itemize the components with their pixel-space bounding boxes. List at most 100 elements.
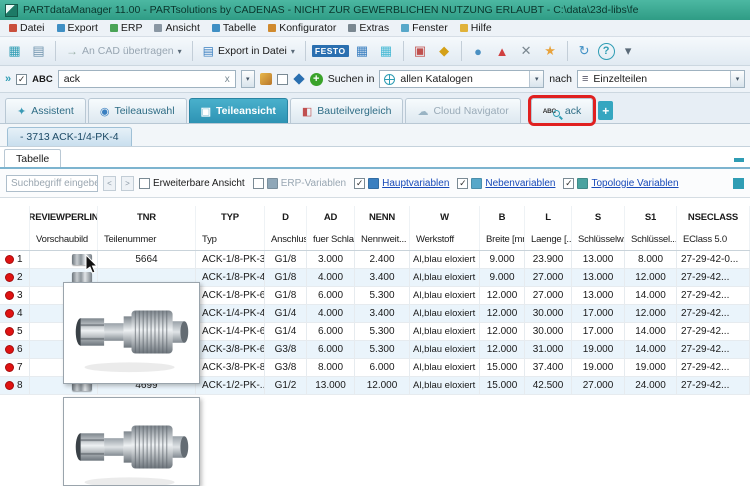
cell-s1[interactable]: 19.000 — [625, 359, 677, 376]
cell-w[interactable]: Al,blau eloxiert — [410, 323, 480, 340]
title-bar[interactable]: PARTdataManager 11.00 - PARTsolutions by… — [0, 0, 750, 20]
cell-ad[interactable]: 6.000 — [307, 341, 355, 358]
filter-search-input[interactable]: Suchbegriff eingeben — [6, 175, 98, 192]
cell-typ[interactable]: ACK-1/8-PK-4 — [196, 269, 265, 286]
cell-nseclass[interactable]: 27-29-42... — [677, 341, 750, 358]
cell-typ[interactable]: ACK-1/4-PK-4 — [196, 305, 265, 322]
cell-typ[interactable]: ACK-1/2-PK-... — [196, 377, 265, 394]
tab-ack[interactable]: ABCack — [531, 98, 594, 123]
cell-nenn[interactable]: 3.400 — [355, 305, 410, 322]
search-query-input[interactable]: ack x — [58, 70, 236, 88]
report-icon[interactable]: ▣ — [410, 41, 431, 62]
prev-match-button[interactable]: < — [103, 176, 116, 191]
cell-nseclass[interactable]: 27-29-42... — [677, 359, 750, 376]
cell-b[interactable]: 12.000 — [480, 341, 525, 358]
catalog-select[interactable]: allen Katalogen — [379, 70, 544, 88]
checkbox-hauptvariablen[interactable] — [354, 178, 365, 189]
help-icon[interactable]: ? — [598, 43, 615, 60]
cell-l[interactable]: 31.000 — [525, 341, 572, 358]
column-header-s[interactable]: S — [572, 206, 625, 228]
cell-b[interactable]: 9.000 — [480, 269, 525, 286]
cell-d[interactable]: G1/8 — [265, 269, 307, 286]
cell-s[interactable]: 19.000 — [572, 341, 625, 358]
cell-nenn[interactable]: 3.400 — [355, 269, 410, 286]
cell-b[interactable]: 15.000 — [480, 377, 525, 394]
column-header-typ[interactable]: TYP — [196, 206, 265, 228]
menu-item-ansicht[interactable]: Ansicht — [148, 20, 205, 36]
cell-l[interactable]: 27.000 — [525, 269, 572, 286]
cell-typ[interactable]: ACK-3/8-PK-8 — [196, 359, 265, 376]
column-header-nseclass[interactable]: NSECLASS — [677, 206, 750, 228]
cell-nenn[interactable]: 5.300 — [355, 341, 410, 358]
expand-chevron-icon[interactable] — [5, 73, 11, 85]
catalog-dropdown-arrow[interactable] — [529, 71, 543, 87]
column-header-tnr[interactable]: Teilenummer — [98, 228, 196, 250]
new-search-tab-button[interactable]: + — [598, 101, 613, 120]
filter-panel-icon[interactable] — [733, 178, 744, 189]
cell-l[interactable]: 37.400 — [525, 359, 572, 376]
cell-nseclass[interactable]: 27-29-42... — [677, 323, 750, 340]
cell-s1[interactable]: 8.000 — [625, 251, 677, 268]
search-history-dropdown[interactable] — [241, 70, 255, 88]
cell-tnr[interactable]: 5664 — [98, 251, 196, 268]
cell-typ[interactable]: ACK-1/4-PK-6 — [196, 323, 265, 340]
search-option-checkbox[interactable] — [277, 74, 288, 85]
more-dropdown-icon[interactable]: ▾ — [618, 41, 639, 62]
abc-search-checkbox[interactable] — [16, 74, 27, 85]
cell-nseclass[interactable]: 27-29-42... — [677, 305, 750, 322]
column-header-nenn[interactable]: NENN — [355, 206, 410, 228]
cell-b[interactable]: 12.000 — [480, 323, 525, 340]
column-header-s1[interactable]: S1 — [625, 206, 677, 228]
checkbox-erp-variablen[interactable] — [253, 178, 264, 189]
menu-item-fenster[interactable]: Fenster — [395, 20, 454, 36]
cell-typ[interactable]: ACK-1/8-PK-6 — [196, 287, 265, 304]
column-header-w[interactable]: W — [410, 206, 480, 228]
filter-icon[interactable]: ▲ — [492, 41, 513, 62]
cell-s[interactable]: 13.000 — [572, 287, 625, 304]
column-header-b[interactable]: B — [480, 206, 525, 228]
column-header-l[interactable]: Laenge [... — [525, 228, 572, 250]
cell-nenn[interactable]: 12.000 — [355, 377, 410, 394]
filter-item-nebenvariablen[interactable]: Nebenvariablen — [457, 178, 555, 189]
tab-cloud-navigator[interactable]: ☁Cloud Navigator — [405, 98, 520, 123]
cell-ad[interactable]: 8.000 — [307, 359, 355, 376]
highlight-icon[interactable] — [260, 73, 272, 85]
cell-s[interactable]: 13.000 — [572, 269, 625, 286]
cell-nenn[interactable]: 5.300 — [355, 287, 410, 304]
cell-w[interactable]: Al,blau eloxiert — [410, 341, 480, 358]
cell-d[interactable]: G1/8 — [265, 251, 307, 268]
checkbox-erweiterbare-ansicht[interactable] — [139, 178, 150, 189]
cell-w[interactable]: Al,blau eloxiert — [410, 359, 480, 376]
cell-d[interactable]: G3/8 — [265, 341, 307, 358]
filter-item-topologie-variablen[interactable]: Topologie Variablen — [563, 178, 678, 189]
column-header-tnr[interactable]: TNR — [98, 206, 196, 228]
column-header-ad[interactable]: AD — [307, 206, 355, 228]
cell-s[interactable]: 13.000 — [572, 251, 625, 268]
cad-transfer-button[interactable]: →An CAD übertragen▾ — [62, 42, 186, 60]
add-search-button[interactable] — [310, 73, 323, 86]
tab-teileansicht[interactable]: ▣Teileansicht — [189, 98, 288, 123]
result-type-select[interactable]: Einzelteilen — [577, 70, 745, 88]
column-header-preview[interactable]: Vorschaubild — [30, 228, 98, 250]
tab-teileauswahl[interactable]: ◉Teileauswahl — [88, 98, 187, 123]
preview-panel-icon[interactable]: ▤ — [28, 41, 49, 62]
menu-item-erp[interactable]: ERP — [104, 20, 149, 36]
cell-l[interactable]: 27.000 — [525, 287, 572, 304]
cell-w[interactable]: Al,blau eloxiert — [410, 269, 480, 286]
cell-s[interactable]: 17.000 — [572, 305, 625, 322]
cell-d[interactable]: G1/4 — [265, 323, 307, 340]
column-header-typ[interactable]: Typ — [196, 228, 265, 250]
cell-l[interactable]: 30.000 — [525, 323, 572, 340]
column-header-nseclass[interactable]: EClass 5.0 — [677, 228, 750, 250]
checkbox-nebenvariablen[interactable] — [457, 178, 468, 189]
menu-item-hilfe[interactable]: Hilfe — [454, 20, 498, 36]
column-header-b[interactable]: Breite [mm] — [480, 228, 525, 250]
cell-s[interactable]: 27.000 — [572, 377, 625, 394]
tab-assistent[interactable]: ✦Assistent — [5, 98, 86, 123]
cell-b[interactable]: 15.000 — [480, 359, 525, 376]
cell-ad[interactable]: 6.000 — [307, 323, 355, 340]
tab-tabelle[interactable]: Tabelle — [4, 149, 61, 167]
clear-search-button[interactable]: x — [225, 74, 230, 85]
cell-ad[interactable]: 3.000 — [307, 251, 355, 268]
panel-toggle-icon[interactable] — [734, 158, 744, 162]
